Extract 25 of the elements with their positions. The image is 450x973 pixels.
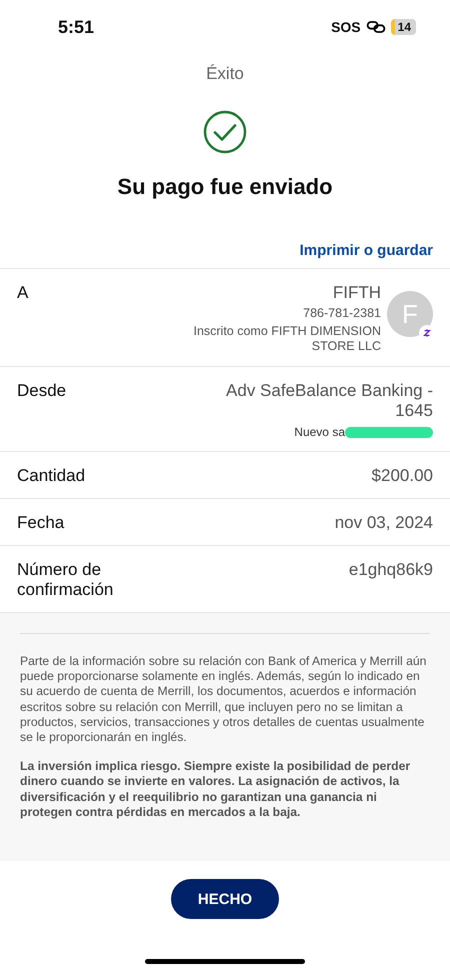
detail-value: nov 03, 2024 — [334, 513, 433, 533]
detail-label: Desde — [17, 381, 68, 401]
clock-time: 5:51 — [58, 16, 94, 38]
satellite-link-icon — [366, 20, 386, 34]
detail-value: e1ghq86k9 — [348, 560, 433, 580]
success-check-icon — [203, 110, 247, 154]
balance-label: Nuevo sa — [294, 425, 345, 439]
detail-label: A — [17, 283, 30, 303]
done-button[interactable]: HECHO — [171, 879, 279, 919]
screen-title: Éxito — [205, 64, 245, 84]
detail-label: Fecha — [17, 513, 66, 533]
detail-label: Número de confirmación — [17, 560, 114, 600]
recipient-phone: 786-781-2381 — [302, 306, 381, 321]
battery-icon: 14 — [390, 19, 416, 35]
detail-value: $200.00 — [372, 466, 433, 486]
recipient-enrollment: Inscrito como FIFTH DIMENSION STORE LLC — [192, 324, 381, 354]
sos-indicator: SOS — [331, 19, 361, 35]
confirmation-heading: Su pago fue enviado — [116, 174, 334, 200]
recipient-name: FIFTH — [332, 283, 381, 303]
print-link[interactable]: Imprimir o guardar — [300, 242, 433, 268]
disclosure-text: Parte de la información sobre su relación con Bank of America y Merrill aún puede proporcionarse solamente en inglés. Además, según lo indicado en su acuerdo de cuenta de Merrill, los documentos, acuerdos e información escritos sobre su relación con Merrill, que incluyen pero no se limitan a productos, servicios, transacciones y otros detalles de cuentas usualmente se le proporcionarán en inglés. — [20, 654, 428, 746]
account-name: Adv SafeBalance Banking - 1645 — [225, 381, 433, 421]
disclosure-text: La inversión implica riesgo. Siempre existe la posibilidad de perder dinero cuando se invierte en valores. La asignación de activos, la diversificación y el reequilibrio no garantizan una ganancia ni protegen contra pérdidas en mercados a la baja. — [20, 759, 412, 820]
home-indicator[interactable] — [145, 959, 305, 964]
detail-label: Cantidad — [17, 466, 86, 486]
